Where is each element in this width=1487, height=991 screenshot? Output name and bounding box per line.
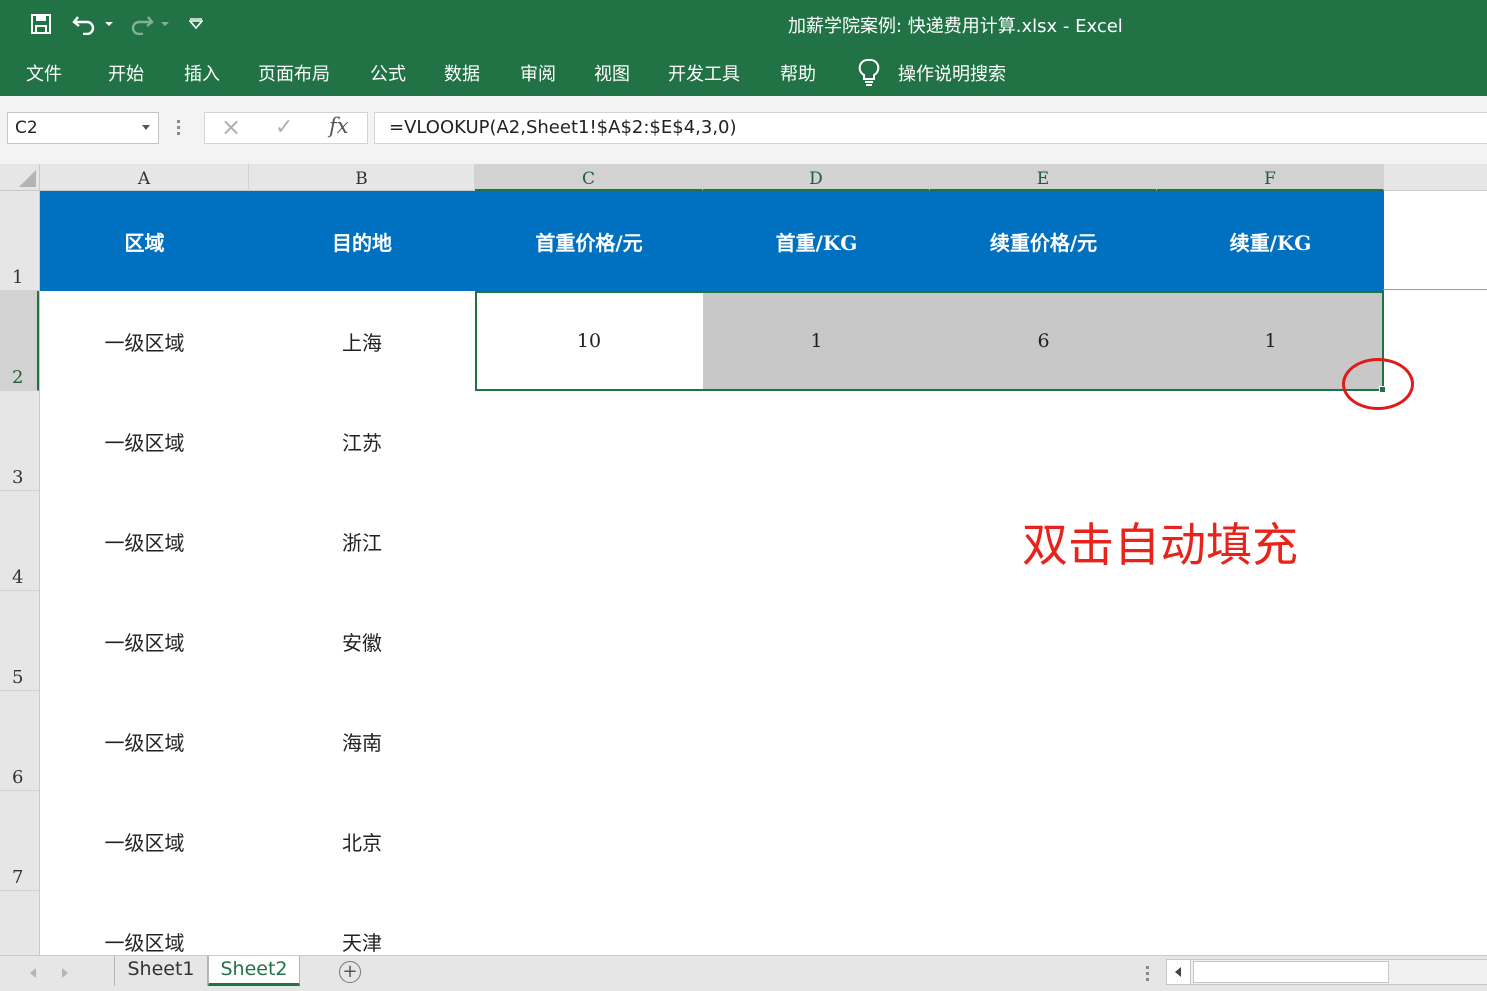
column-header-f[interactable]: F [1157, 164, 1384, 191]
cell-a6[interactable]: 一级区域 [40, 691, 249, 791]
column-header-c[interactable]: C [475, 164, 703, 191]
scroll-left-button[interactable] [1167, 960, 1191, 984]
undo-dropdown-icon[interactable] [102, 8, 116, 40]
redo-dropdown-icon[interactable] [158, 8, 172, 40]
select-all-button[interactable] [0, 164, 40, 191]
formula-buttons: × ✓ fx [204, 112, 368, 144]
cell-c2[interactable]: 10 [475, 291, 703, 391]
row-header-5[interactable]: 5 [0, 591, 39, 691]
row-divider [1383, 289, 1487, 290]
scroll-left-icon[interactable] [30, 968, 36, 978]
cell-a4[interactable]: 一级区域 [40, 491, 249, 591]
undo-icon[interactable] [70, 8, 100, 40]
header-cell-region[interactable]: 区域 [40, 191, 249, 291]
column-header-a[interactable]: A [40, 164, 249, 191]
tab-file[interactable]: 文件 [26, 60, 62, 86]
tab-insert[interactable]: 插入 [184, 60, 220, 86]
cell-b6[interactable]: 海南 [249, 691, 475, 791]
header-cell-extra-weight-kg[interactable]: 续重/KG [1157, 191, 1384, 291]
row-headers: 1 2 3 4 5 6 7 [0, 191, 40, 955]
cell-b8[interactable]: 天津 [249, 891, 475, 955]
scrollbar-thumb[interactable] [1193, 961, 1389, 983]
cell-b7[interactable]: 北京 [249, 791, 475, 891]
lightbulb-icon[interactable] [858, 58, 880, 90]
tab-data[interactable]: 数据 [444, 60, 480, 86]
tab-splitter[interactable] [1146, 966, 1149, 984]
scroll-right-icon[interactable] [62, 968, 68, 978]
insert-function-icon[interactable]: fx [329, 114, 349, 138]
column-headers: A B C D E F [0, 164, 1487, 191]
tab-formulas[interactable]: 公式 [370, 60, 406, 86]
cell-e2[interactable]: 6 [930, 291, 1157, 391]
row-header-4[interactable]: 4 [0, 491, 39, 591]
worksheet-grid: 区域 目的地 首重价格/元 首重/KG 续重价格/元 续重/KG 一级区域 上海… [40, 191, 1487, 955]
tab-developer[interactable]: 开发工具 [668, 60, 740, 86]
sheet-tab-sheet1[interactable]: Sheet1 [114, 956, 208, 986]
column-header-b[interactable]: B [249, 164, 475, 191]
tab-help[interactable]: 帮助 [780, 60, 816, 86]
callout-circle [1342, 358, 1414, 410]
enter-icon[interactable]: ✓ [275, 115, 293, 140]
tab-home[interactable]: 开始 [108, 60, 144, 86]
row-header-3[interactable]: 3 [0, 391, 39, 491]
header-cell-first-weight-kg[interactable]: 首重/KG [703, 191, 930, 291]
cell-b4[interactable]: 浙江 [249, 491, 475, 591]
customize-icon[interactable] [186, 8, 206, 40]
cell-a3[interactable]: 一级区域 [40, 391, 249, 491]
formula-text: =VLOOKUP(A2,Sheet1!$A$2:$E$4,3,0) [389, 117, 737, 138]
row-header-6[interactable]: 6 [0, 691, 39, 791]
row-header-2[interactable]: 2 [0, 291, 39, 391]
tab-page-layout[interactable]: 页面布局 [258, 60, 330, 86]
cell-a5[interactable]: 一级区域 [40, 591, 249, 691]
row-header-1[interactable]: 1 [0, 191, 39, 291]
column-header-e[interactable]: E [930, 164, 1157, 191]
header-cell-destination[interactable]: 目的地 [249, 191, 475, 291]
cell-d2[interactable]: 1 [703, 291, 930, 391]
name-box[interactable]: C2 [7, 112, 159, 144]
name-box-value: C2 [15, 118, 38, 138]
document-title: 加薪学院案例: 快递费用计算.xlsx - Excel [788, 16, 1123, 37]
cancel-icon[interactable]: × [221, 113, 241, 141]
row-header-7[interactable]: 7 [0, 791, 39, 891]
header-cell-first-weight-price[interactable]: 首重价格/元 [475, 191, 703, 291]
add-sheet-button[interactable]: + [339, 961, 361, 983]
sheet-tab-bar: Sheet1 Sheet2 + [0, 955, 1487, 991]
chevron-down-icon[interactable] [142, 125, 150, 130]
formula-bar-splitter[interactable] [177, 120, 181, 136]
sheet-tab-sheet2[interactable]: Sheet2 [208, 956, 300, 986]
annotation-text: 双击自动填充 [1022, 518, 1298, 572]
title-bar: 加薪学院案例: 快递费用计算.xlsx - Excel [0, 0, 1487, 48]
header-cell-extra-weight-price[interactable]: 续重价格/元 [930, 191, 1157, 291]
cell-a8[interactable]: 一级区域 [40, 891, 249, 955]
cell-a7[interactable]: 一级区域 [40, 791, 249, 891]
formula-input[interactable]: =VLOOKUP(A2,Sheet1!$A$2:$E$4,3,0) [374, 112, 1487, 144]
ribbon-tabs: 文件 开始 插入 页面布局 公式 数据 审阅 视图 开发工具 帮助 操作说明搜索 [0, 48, 1487, 96]
tab-view[interactable]: 视图 [594, 60, 630, 86]
cell-b5[interactable]: 安徽 [249, 591, 475, 691]
cell-b3[interactable]: 江苏 [249, 391, 475, 491]
row-header-8[interactable] [0, 891, 39, 955]
save-icon[interactable] [28, 8, 54, 40]
cell-b2[interactable]: 上海 [249, 291, 475, 391]
tab-review[interactable]: 审阅 [520, 60, 556, 86]
column-header-d[interactable]: D [703, 164, 930, 191]
redo-icon[interactable] [126, 8, 156, 40]
cell-a2[interactable]: 一级区域 [40, 291, 249, 391]
horizontal-scrollbar[interactable] [1166, 959, 1487, 985]
tell-me-search[interactable]: 操作说明搜索 [898, 60, 1006, 86]
formula-bar: C2 × ✓ fx =VLOOKUP(A2,Sheet1!$A$2:$E$4,3… [0, 96, 1487, 164]
